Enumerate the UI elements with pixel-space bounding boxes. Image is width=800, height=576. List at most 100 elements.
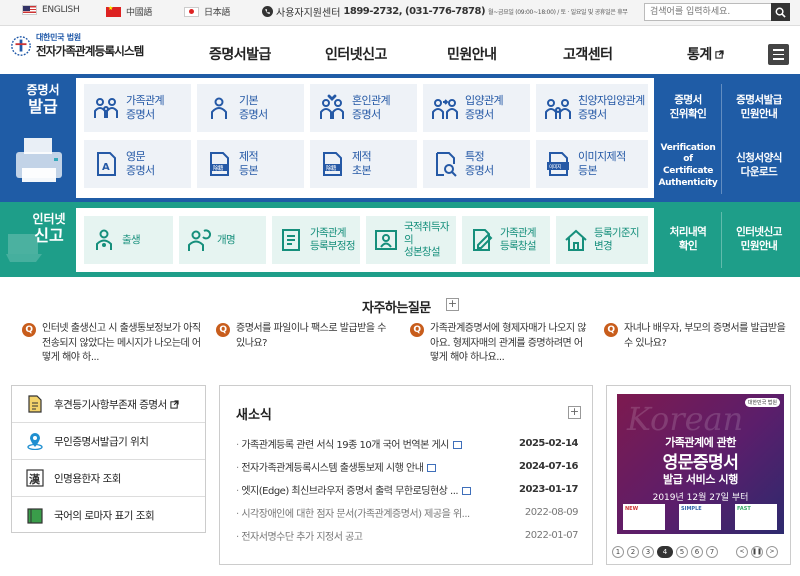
quick-guardianship-cert[interactable]: 후견등기사항부존재 증명서 (12, 386, 205, 423)
quick-hanja-lookup[interactable]: 漢 인명용한자 조회 (12, 460, 205, 497)
tile-image-removal-copy[interactable]: 이미지 이미지제적 등본 (536, 140, 648, 188)
faq-item[interactable]: Q 가족관계증명서에 형제자매가 나오지 않아요. 형제자매의 관계를 증명하려면… (410, 322, 590, 366)
lang-chinese-link[interactable]: 中國語 (106, 5, 152, 18)
news-item[interactable]: 엣지(Edge) 최신브라우저 증명서 출력 무한로딩현상 ...2023-01… (236, 482, 578, 497)
processing-status-link[interactable]: 처리내역 확인 (656, 212, 720, 268)
tile-english-cert[interactable]: A 영문 증명서 (84, 140, 191, 188)
new-post-icon (452, 441, 462, 449)
news-item[interactable]: 전자서명수단 추가 지정서 공고2022-01-07 (236, 528, 578, 543)
tile-removal-register-copy[interactable]: 除籍 제적 등본 (197, 140, 304, 188)
adoption-icon (432, 99, 458, 119)
english-cert-banner-image[interactable]: Korean 대한민국 법원 가족관계에 관한 영문증명서 발급 서비스 시행 … (617, 394, 784, 534)
banner-card: FAST (735, 504, 777, 530)
name-change-icon (188, 229, 212, 251)
banner-prev-button[interactable]: < (736, 546, 748, 558)
checklist-icon (282, 229, 300, 251)
banner-page-5[interactable]: 5 (676, 546, 688, 558)
phone-icon (262, 6, 273, 17)
banner-page-2[interactable]: 2 (627, 546, 639, 558)
tile-register-correction[interactable]: 가족관계 등록부정정 (272, 216, 360, 264)
search-button[interactable] (771, 3, 790, 21)
faq-item[interactable]: Q 인터넷 출생신고 시 출생통보정보가 아직 전송되지 않았다는 메시지가 나오… (22, 322, 202, 366)
banner-page-1[interactable]: 1 (612, 546, 624, 558)
phone-numbers: 1899-2732, (031-776-7878) (343, 6, 486, 17)
lang-japanese-link[interactable]: 日本語 (184, 5, 230, 18)
issuance-heading: 증명서 발급 (26, 83, 60, 116)
verification-english-link[interactable]: Verification of Certificate Authenticity (656, 140, 720, 192)
banner-page-7[interactable]: 7 (706, 546, 718, 558)
faq-item[interactable]: Q 증명서를 파일이나 팩스로 발급받을 수 있나요? (216, 322, 396, 351)
news-item[interactable]: 전자가족관계등록시스템 출생통보제 시행 안내2024-07-16 (236, 459, 578, 474)
tile-family-relation-cert[interactable]: 가족관계 증명서 (84, 84, 191, 132)
hanja-icon: 漢 (26, 469, 44, 487)
banner-card: NEW (623, 504, 665, 530)
issuance-guide-link[interactable]: 증명서발급 민원안내 (723, 82, 795, 134)
quick-romanization-lookup[interactable]: 국어의 로마자 표기 조회 (12, 497, 205, 534)
printer-icon (16, 138, 62, 182)
tile-marriage-cert[interactable]: 혼인관계 증명서 (310, 84, 417, 132)
tile-registration-base-change[interactable]: 등록기준지 변경 (556, 216, 648, 264)
tile-naturalized-surname[interactable]: 국적취득자의 성본창설 (366, 216, 456, 264)
banner-pause-button[interactable]: ❚❚ (751, 546, 763, 558)
banner-pagination: 1 2 3 4 5 6 7 < ❚❚ > (612, 546, 778, 558)
couple-icon (320, 94, 344, 119)
all-menu-button[interactable] (768, 44, 789, 65)
banner-next-button[interactable]: > (766, 546, 778, 558)
new-post-icon (462, 487, 472, 495)
nav-statistics[interactable]: 통계 (687, 44, 724, 64)
search-input[interactable] (644, 3, 772, 21)
nav-internet-report[interactable]: 인터넷신고 (325, 44, 387, 64)
id-card-icon (375, 230, 397, 250)
form-download-link[interactable]: 신청서양식 다운로드 (723, 140, 795, 192)
tile-adoption-cert[interactable]: 입양관계 증명서 (423, 84, 530, 132)
tile-basic-cert[interactable]: 기본 증명서 (197, 84, 304, 132)
site-logo[interactable]: 대한민국 법원 전자가족관계등록시스템 (10, 32, 144, 59)
divider (721, 212, 722, 268)
promo-banner[interactable]: Korean 대한민국 법원 가족관계에 관한 영문증명서 발급 서비스 시행 … (606, 385, 791, 565)
banner-page-3[interactable]: 3 (642, 546, 654, 558)
new-post-icon (427, 464, 437, 472)
tile-specific-cert[interactable]: 특정 증명서 (423, 140, 530, 188)
news-title: 새소식 (236, 408, 272, 423)
divider (721, 84, 722, 194)
svg-text:除籍: 除籍 (326, 164, 337, 172)
faq-more-button[interactable]: + (446, 298, 459, 311)
banner-page-6[interactable]: 6 (691, 546, 703, 558)
quick-kiosk-location[interactable]: 무인증명서발급기 위치 (12, 423, 205, 460)
house-icon (565, 229, 587, 251)
question-icon: Q (604, 323, 618, 337)
tile-name-change-report[interactable]: 개명 (179, 216, 266, 264)
full-adoption-icon (545, 99, 571, 119)
document-edit-icon (473, 229, 493, 251)
lang-label: 中國語 (126, 8, 153, 18)
support-phone: 사용자지원센터 1899-2732, (031-776-7878) 월~금요일 … (262, 4, 628, 19)
lang-label: 日本語 (204, 8, 231, 18)
nav-customer-center[interactable]: 고객센터 (563, 44, 613, 64)
faq-item[interactable]: Q 자녀나 배우자, 부모의 증명서를 발급받을 수 있나요? (604, 322, 790, 351)
person-icon (211, 97, 227, 119)
nav-certificates[interactable]: 증명서발급 (209, 44, 271, 64)
faq-title: 자주하는질문 (362, 301, 431, 316)
news-item[interactable]: 가족관계등록 관련 서식 19종 10개 국어 번역본 게시2025-02-14 (236, 436, 578, 451)
external-link-icon (715, 49, 724, 59)
question-icon: Q (22, 323, 36, 337)
china-flag-icon (106, 5, 121, 17)
org-name: 대한민국 법원 (36, 33, 81, 42)
japan-flag-icon (184, 6, 199, 17)
us-flag-icon (22, 5, 37, 15)
tile-full-adoption-cert[interactable]: 친양자입양관계 증명서 (536, 84, 648, 132)
banner-page-4[interactable]: 4 (657, 546, 673, 558)
tile-birth-report[interactable]: 출생 (84, 216, 173, 264)
external-link-icon (170, 399, 179, 409)
tile-removal-register-abstract[interactable]: 除籍 제적 초본 (310, 140, 417, 188)
nav-civil-info[interactable]: 민원안내 (447, 44, 497, 64)
phone-hours: 월~금요일 (09:00~18:00) / 토 · 일요일 및 공휴일은 휴무 (488, 9, 628, 16)
quick-links: 후견등기사항부존재 증명서 무인증명서발급기 위치 漢 인명용한자 조회 국어의… (11, 385, 206, 533)
tile-register-creation[interactable]: 가족관계 등록창설 (462, 216, 550, 264)
book-icon (27, 507, 43, 524)
news-item[interactable]: 시각장애인에 대한 점자 문서(가족관계증명서) 제공을 위...2022-08… (236, 505, 578, 520)
news-more-button[interactable]: + (568, 406, 581, 419)
cert-authenticity-check-link[interactable]: 증명서 진위확인 (656, 82, 720, 134)
report-guide-link[interactable]: 인터넷신고 민원안내 (723, 212, 795, 268)
lang-english-link[interactable]: ENGLISH (22, 5, 80, 15)
